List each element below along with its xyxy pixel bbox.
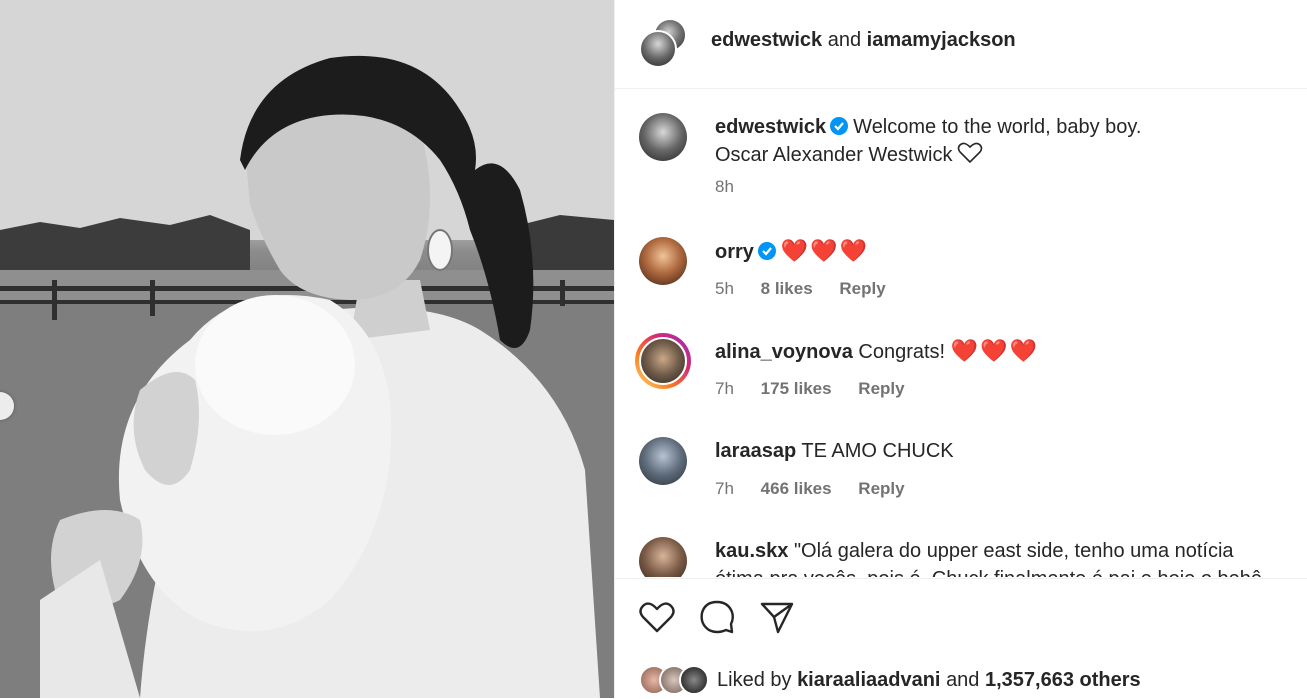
likes-text: Liked by kiaraaliaadvani and 1,357,663 o… bbox=[717, 669, 1141, 692]
likes-count-link[interactable]: 8 likes bbox=[761, 279, 813, 298]
avatar[interactable] bbox=[639, 113, 687, 161]
username-link[interactable]: laraasap bbox=[715, 440, 796, 462]
comment-item: kau.skx "Olá galera do upper east side, … bbox=[639, 537, 1289, 577]
author-link[interactable]: iamamyjackson bbox=[867, 29, 1016, 51]
username-link[interactable]: alina_voynova bbox=[715, 341, 853, 363]
comment-meta: 7h 466 likes Reply bbox=[715, 479, 927, 499]
comment-meta: 7h 175 likes Reply bbox=[715, 379, 927, 399]
likes-count-link[interactable]: 175 likes bbox=[761, 379, 832, 398]
reply-button[interactable]: Reply bbox=[858, 479, 904, 498]
likes-and: and bbox=[946, 668, 980, 691]
comment-body: Congrats! bbox=[858, 341, 951, 363]
timestamp: 5h bbox=[715, 279, 734, 298]
author-link[interactable]: edwestwick bbox=[711, 29, 822, 51]
caption-text: edwestwick Welcome to the world, baby boy… bbox=[715, 113, 1285, 169]
author-conj: and bbox=[827, 29, 862, 51]
comment-text: orry ❤️❤️❤️ bbox=[715, 237, 1285, 266]
comment-body: "Olá galera do upper east side, tenho um… bbox=[715, 540, 1262, 577]
comment-emoji: ❤️❤️❤️ bbox=[950, 338, 1039, 363]
avatar bbox=[679, 665, 709, 695]
comment-item: alina_voynova Congrats! ❤️❤️❤️ 7h 175 li… bbox=[635, 333, 1289, 417]
avatar[interactable] bbox=[639, 437, 687, 485]
post-photo[interactable] bbox=[0, 0, 614, 698]
post-side-panel: edwestwick and iamamyjackson edwestwick W… bbox=[614, 0, 1307, 698]
username-link[interactable]: orry bbox=[715, 241, 754, 263]
comment-text: laraasap TE AMO CHUCK bbox=[715, 437, 1285, 465]
comment-item: laraasap TE AMO CHUCK 7h 466 likes Reply bbox=[639, 437, 1289, 517]
comment-text: kau.skx "Olá galera do upper east side, … bbox=[715, 537, 1285, 577]
comment-item: orry ❤️❤️❤️ 5h 8 likes Reply bbox=[639, 237, 1289, 317]
likes-count-link[interactable]: 1,357,663 others bbox=[985, 669, 1141, 691]
post-authors: edwestwick and iamamyjackson bbox=[711, 29, 1016, 52]
comment-body: TE AMO CHUCK bbox=[801, 440, 954, 462]
share-icon[interactable] bbox=[757, 597, 797, 637]
comment-emoji: ❤️❤️❤️ bbox=[780, 238, 870, 263]
post-header: edwestwick and iamamyjackson bbox=[615, 0, 1307, 89]
caption-line2: Oscar Alexander Westwick bbox=[715, 144, 953, 166]
reply-button[interactable]: Reply bbox=[858, 379, 904, 398]
verified-icon bbox=[757, 242, 776, 260]
timestamp: 7h bbox=[715, 379, 734, 398]
username-link[interactable]: kiaraaliaadvani bbox=[797, 669, 940, 691]
comment-icon[interactable] bbox=[697, 597, 737, 637]
avatar[interactable] bbox=[639, 337, 687, 385]
timestamp: 8h bbox=[715, 177, 734, 196]
username-link[interactable]: kau.skx bbox=[715, 540, 788, 562]
likes-count-link[interactable]: 466 likes bbox=[761, 479, 832, 498]
collab-avatar[interactable] bbox=[639, 18, 689, 68]
post-actions: Liked by kiaraaliaadvani and 1,357,663 o… bbox=[615, 578, 1307, 699]
caption-line1: Welcome to the world, baby boy. bbox=[853, 116, 1142, 138]
photo-illustration bbox=[0, 0, 614, 698]
avatar bbox=[639, 30, 677, 68]
likes-prefix: Liked by bbox=[717, 668, 792, 691]
username-link[interactable]: edwestwick bbox=[715, 116, 826, 138]
avatar[interactable] bbox=[639, 237, 687, 285]
heart-outline-icon bbox=[957, 142, 982, 164]
caption: edwestwick Welcome to the world, baby boy… bbox=[639, 113, 1289, 203]
caption-meta: 8h bbox=[715, 177, 756, 197]
comment-meta: 5h 8 likes Reply bbox=[715, 279, 908, 299]
likes-summary: Liked by kiaraaliaadvani and 1,357,663 o… bbox=[639, 663, 1141, 697]
comments-list[interactable]: edwestwick Welcome to the world, baby boy… bbox=[615, 89, 1307, 577]
timestamp: 7h bbox=[715, 479, 734, 498]
comment-text: alina_voynova Congrats! ❤️❤️❤️ bbox=[715, 337, 1285, 366]
heart-icon[interactable] bbox=[637, 597, 677, 637]
avatar[interactable] bbox=[639, 537, 687, 577]
reply-button[interactable]: Reply bbox=[839, 279, 885, 298]
verified-icon bbox=[830, 117, 849, 135]
